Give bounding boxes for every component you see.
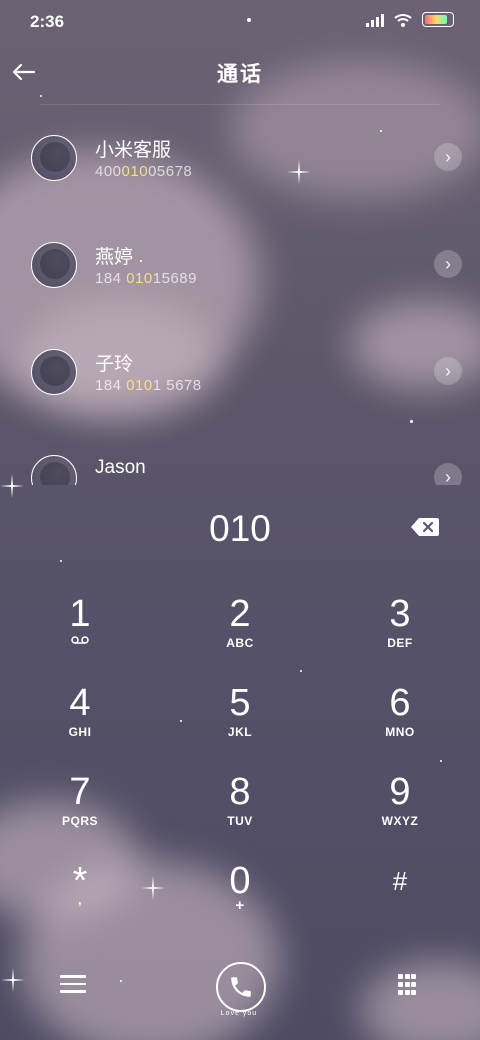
contact-name: Jason bbox=[95, 457, 146, 478]
key-digit: 8 bbox=[229, 771, 251, 813]
key-letters: JKL bbox=[227, 725, 253, 739]
contact-list[interactable]: 小米客服 40001005678 › 燕婷 184 01015689 › 子玲 … bbox=[0, 105, 480, 485]
backspace-icon[interactable] bbox=[410, 517, 440, 537]
wifi-icon bbox=[394, 13, 412, 27]
contact-name: 燕婷 bbox=[95, 247, 134, 268]
dial-input-area: 010 bbox=[0, 500, 480, 560]
dialpad-toggle-icon[interactable] bbox=[398, 974, 416, 996]
key-letters: MNO bbox=[385, 725, 415, 739]
match-highlight: 010 bbox=[126, 377, 153, 394]
key-8[interactable]: 8 TUV bbox=[160, 758, 320, 846]
key-letters: ABC bbox=[226, 636, 254, 650]
chevron-right-icon[interactable]: › bbox=[434, 143, 462, 171]
avatar bbox=[31, 455, 77, 485]
key-4[interactable]: 4 GHI bbox=[0, 669, 160, 757]
key-digit: 5 bbox=[229, 682, 251, 724]
key-7[interactable]: 7 PQRS bbox=[0, 758, 160, 846]
key-2[interactable]: 2 ABC bbox=[160, 580, 320, 668]
page-title: 通话 bbox=[217, 63, 263, 86]
avatar bbox=[31, 349, 77, 395]
dial-input[interactable]: 010 bbox=[0, 508, 480, 550]
signal-icon bbox=[366, 13, 384, 27]
match-highlight: 010 bbox=[126, 270, 153, 287]
key-star[interactable]: * , bbox=[0, 847, 160, 935]
chevron-right-icon[interactable]: › bbox=[434, 250, 462, 278]
key-digit: 7 bbox=[69, 771, 91, 813]
bottom-bar: Love you bbox=[0, 950, 480, 1040]
battery-icon bbox=[422, 12, 454, 27]
key-9[interactable]: 9 WXYZ bbox=[320, 758, 480, 846]
key-digit: 1 bbox=[69, 593, 91, 635]
app-header: 通话 bbox=[0, 50, 480, 94]
key-digit: 2 bbox=[229, 593, 251, 635]
phone-icon bbox=[231, 977, 251, 997]
contact-item[interactable]: Jason › bbox=[0, 425, 480, 485]
key-3[interactable]: 3 DEF bbox=[320, 580, 480, 668]
key-letters: GHI bbox=[68, 725, 92, 739]
call-button-caption: Love you bbox=[220, 1010, 258, 1017]
key-letters: + bbox=[235, 897, 245, 914]
contact-item[interactable]: 燕婷 184 01015689 › bbox=[0, 212, 480, 318]
key-letters: , bbox=[78, 893, 82, 907]
avatar bbox=[31, 135, 77, 181]
match-highlight: 010 bbox=[121, 163, 149, 180]
status-time: 2:36 bbox=[30, 12, 65, 31]
key-digit: 4 bbox=[69, 682, 91, 724]
key-letters: PQRS bbox=[61, 814, 98, 828]
key-6[interactable]: 6 MNO bbox=[320, 669, 480, 757]
contact-number: 40001005678 bbox=[95, 163, 193, 180]
call-button[interactable] bbox=[216, 962, 266, 1012]
key-letters: DEF bbox=[387, 636, 413, 650]
contact-name: 子玲 bbox=[95, 354, 134, 375]
contact-number: 184 0101 5678 bbox=[95, 377, 202, 394]
key-letters: TUV bbox=[227, 814, 253, 828]
key-letters: WXYZ bbox=[381, 814, 419, 828]
key-hash[interactable]: # bbox=[320, 847, 480, 935]
key-digit: 3 bbox=[389, 593, 411, 635]
menu-icon[interactable] bbox=[60, 975, 86, 995]
contact-name: 小米客服 bbox=[95, 140, 172, 161]
key-0[interactable]: 0 + bbox=[160, 847, 320, 935]
contact-number: 184 01015689 bbox=[95, 270, 197, 287]
status-bar: 2:36 bbox=[0, 0, 480, 40]
key-digit: 6 bbox=[389, 682, 411, 724]
chevron-right-icon[interactable]: › bbox=[434, 463, 462, 485]
avatar bbox=[31, 242, 77, 288]
contact-item[interactable]: 小米客服 40001005678 › bbox=[0, 105, 480, 211]
voicemail-icon bbox=[71, 636, 89, 644]
key-5[interactable]: 5 JKL bbox=[160, 669, 320, 757]
contact-item[interactable]: 子玲 184 0101 5678 › bbox=[0, 319, 480, 425]
chevron-right-icon[interactable]: › bbox=[434, 357, 462, 385]
key-1[interactable]: 1 bbox=[0, 580, 160, 668]
key-digit: 9 bbox=[389, 771, 411, 813]
key-digit: # bbox=[392, 866, 408, 896]
